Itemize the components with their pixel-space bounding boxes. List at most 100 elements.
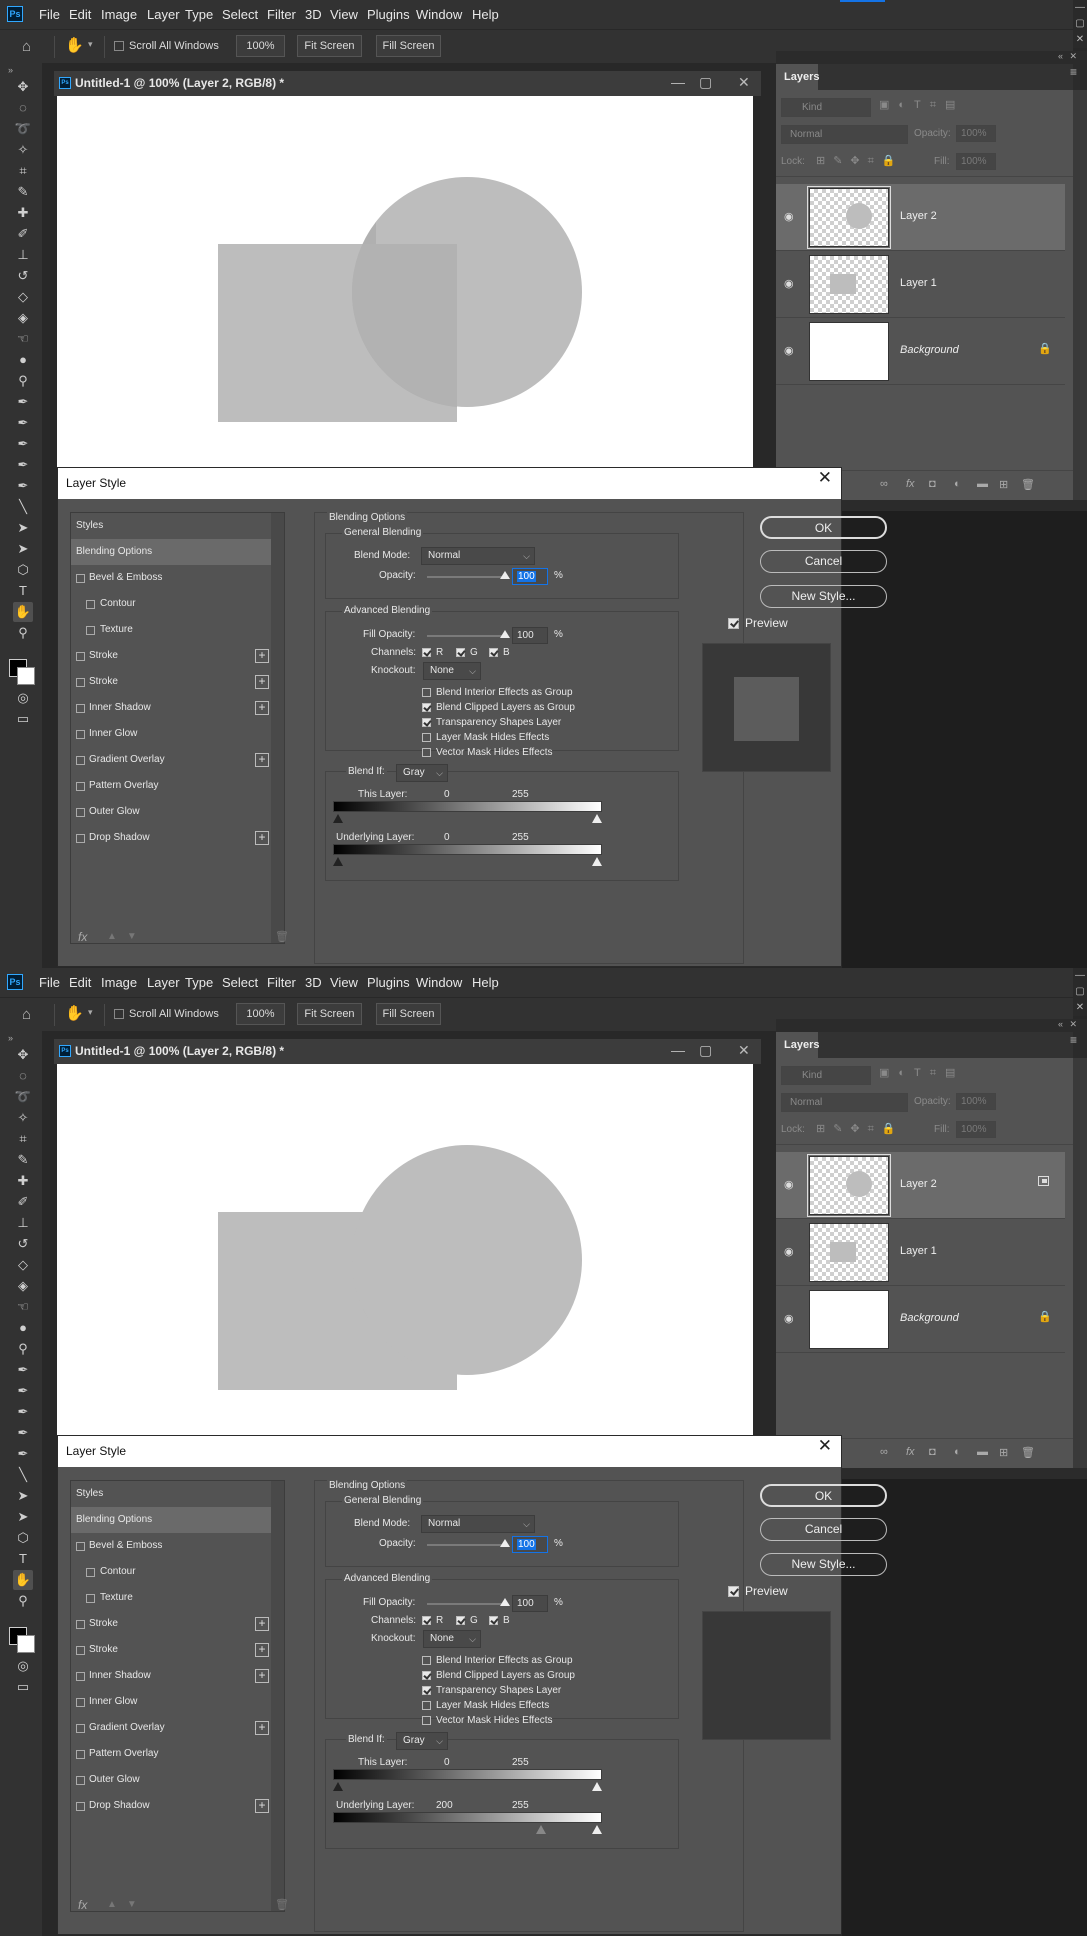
fill-opacity-slider-thumb[interactable] (500, 630, 510, 638)
style-outer-glow[interactable]: Outer Glow (71, 1767, 272, 1793)
layer-name[interactable]: Layer 1 (900, 1245, 937, 1257)
scroll-all-windows-checkbox[interactable] (114, 1009, 124, 1019)
content-pen-icon[interactable]: ✒ (13, 1423, 33, 1443)
style-inner-glow[interactable]: Inner Glow (71, 1689, 272, 1715)
zoom-value[interactable]: 100% (236, 1003, 285, 1025)
curvature-pen-icon[interactable]: ✒ (13, 1402, 33, 1422)
fill-field[interactable]: 100% (956, 1121, 996, 1138)
home-icon[interactable]: ⌂ (22, 38, 31, 55)
new-style-button[interactable]: New Style... (760, 585, 887, 608)
eye-icon[interactable]: ◉ (784, 344, 794, 357)
checkbox[interactable] (86, 1568, 95, 1577)
blend-interior-checkbox[interactable] (422, 1656, 431, 1665)
this-layer-low-thumb[interactable] (333, 1782, 343, 1791)
checkbox[interactable] (76, 782, 85, 791)
blend-clipped-checkbox[interactable] (422, 1671, 431, 1680)
link-icon[interactable]: ∞ (880, 478, 888, 490)
underlying-low-thumb[interactable] (536, 1825, 547, 1834)
move-tool-icon[interactable]: ✥ (13, 77, 33, 97)
history-brush-icon[interactable]: ↺ (13, 1234, 33, 1254)
fill-screen-button[interactable]: Fill Screen (376, 1003, 441, 1025)
content-pen-icon[interactable]: ✒ (13, 455, 33, 475)
minimize-icon[interactable]: — (1073, 968, 1087, 984)
fit-screen-button[interactable]: Fit Screen (297, 1003, 362, 1025)
checkbox[interactable] (76, 1802, 85, 1811)
menu-image[interactable]: Image (101, 975, 137, 990)
style-pattern-overlay[interactable]: Pattern Overlay (71, 1741, 272, 1767)
style-blending-options[interactable]: Blending Options (71, 539, 272, 565)
blur-tool-icon[interactable]: ● (13, 1318, 33, 1338)
fill-opacity-slider[interactable] (427, 635, 506, 637)
checkbox[interactable] (76, 652, 85, 661)
checkbox[interactable] (86, 626, 95, 635)
chevron-down-icon[interactable]: ▾ (88, 1007, 93, 1018)
layer-row-background[interactable]: ◉ Background 🔒 (776, 318, 1065, 385)
lock-icons[interactable]: ⊞✎✥⌗🔒 (816, 154, 904, 168)
collapse-panels-icon[interactable]: « (1058, 51, 1063, 61)
menu-filter[interactable]: Filter (267, 975, 296, 990)
fill-opacity-field[interactable]: 100 (512, 1595, 548, 1612)
styles-header[interactable]: Styles (71, 1481, 272, 1507)
menu-select[interactable]: Select (222, 975, 258, 990)
blend-interior-checkbox[interactable] (422, 688, 431, 697)
opacity-slider-thumb[interactable] (500, 1539, 510, 1547)
transparency-shapes-checkbox[interactable] (422, 1686, 431, 1695)
checkbox[interactable] (76, 704, 85, 713)
path-selection-icon[interactable]: ➤ (13, 518, 33, 538)
zoom-tool-icon[interactable]: ⚲ (13, 1591, 33, 1611)
this-layer-high-thumb[interactable] (592, 814, 602, 823)
menu-layer[interactable]: Layer (147, 7, 180, 22)
scrollbar[interactable] (271, 513, 284, 943)
channel-g-checkbox[interactable] (456, 1616, 465, 1625)
checkbox[interactable] (76, 1672, 85, 1681)
opacity-field[interactable]: 100 (512, 1536, 548, 1553)
hand-tool-icon[interactable]: ✋ (13, 1570, 33, 1590)
lasso-tool-icon[interactable]: ➰ (13, 1087, 33, 1107)
pen-tool-icon[interactable]: ✒ (13, 1360, 33, 1380)
adjustment-icon[interactable]: ◐ (954, 478, 961, 490)
eraser-tool-icon[interactable]: ◇ (13, 287, 33, 307)
tab-layers[interactable]: Layers (776, 1032, 819, 1058)
style-inner-shadow[interactable]: Inner Shadow + (71, 1663, 272, 1689)
ok-button[interactable]: OK (760, 516, 887, 539)
restore-icon[interactable]: ▢ (699, 1042, 712, 1059)
style-contour[interactable]: Contour (71, 1559, 272, 1585)
home-icon[interactable]: ⌂ (22, 1006, 31, 1023)
curvature-pen-icon[interactable]: ✒ (13, 434, 33, 454)
lasso-tool-icon[interactable]: ➰ (13, 119, 33, 139)
direct-selection-icon[interactable]: ➤ (13, 539, 33, 559)
opacity-field[interactable]: 100 (512, 568, 548, 585)
new-style-button[interactable]: New Style... (760, 1553, 887, 1576)
marquee-tool-icon[interactable]: ◌ (13, 98, 33, 118)
shape-tool-icon[interactable]: ⬡ (13, 560, 33, 580)
eye-icon[interactable]: ◉ (784, 1178, 794, 1191)
background-color-swatch[interactable] (17, 667, 35, 685)
close-icon[interactable]: ✕ (818, 468, 832, 488)
document-tab[interactable]: Ps Untitled-1 @ 100% (Layer 2, RGB/8) * … (54, 1039, 761, 1064)
close-icon[interactable]: ✕ (738, 74, 750, 91)
minimize-icon[interactable]: — (671, 74, 685, 90)
vector-mask-hides-checkbox[interactable] (422, 1716, 431, 1725)
style-blending-options[interactable]: Blending Options (71, 1507, 272, 1533)
add-icon[interactable]: + (255, 675, 269, 689)
quick-mask-icon[interactable]: ◎ (13, 688, 33, 708)
style-texture[interactable]: Texture (71, 617, 272, 643)
layer-name[interactable]: Layer 2 (900, 1178, 937, 1190)
history-brush-icon[interactable]: ↺ (13, 266, 33, 286)
layer-name[interactable]: Background (900, 1312, 959, 1324)
panel-menu-icon[interactable]: ≡ (1070, 1033, 1077, 1047)
layer-row-layer-2[interactable]: ◉ Layer 2 (776, 1152, 1065, 1219)
menu-3d[interactable]: 3D (305, 975, 322, 990)
menu-help[interactable]: Help (472, 7, 499, 22)
checkbox[interactable] (76, 808, 85, 817)
add-icon[interactable]: + (255, 831, 269, 845)
panel-menu-icon[interactable]: ≡ (1070, 65, 1077, 79)
restore-icon[interactable]: ▢ (1073, 16, 1087, 32)
type-tool-icon[interactable]: T (13, 581, 33, 601)
layer-row-layer-1[interactable]: ◉ Layer 1 (776, 1219, 1065, 1286)
blending-options-badge-icon[interactable] (1038, 1176, 1049, 1186)
expand-icon[interactable]: » (8, 1033, 13, 1043)
opacity-field[interactable]: 100% (956, 1093, 996, 1110)
menu-file[interactable]: File (39, 7, 60, 22)
channel-r-checkbox[interactable] (422, 1616, 431, 1625)
